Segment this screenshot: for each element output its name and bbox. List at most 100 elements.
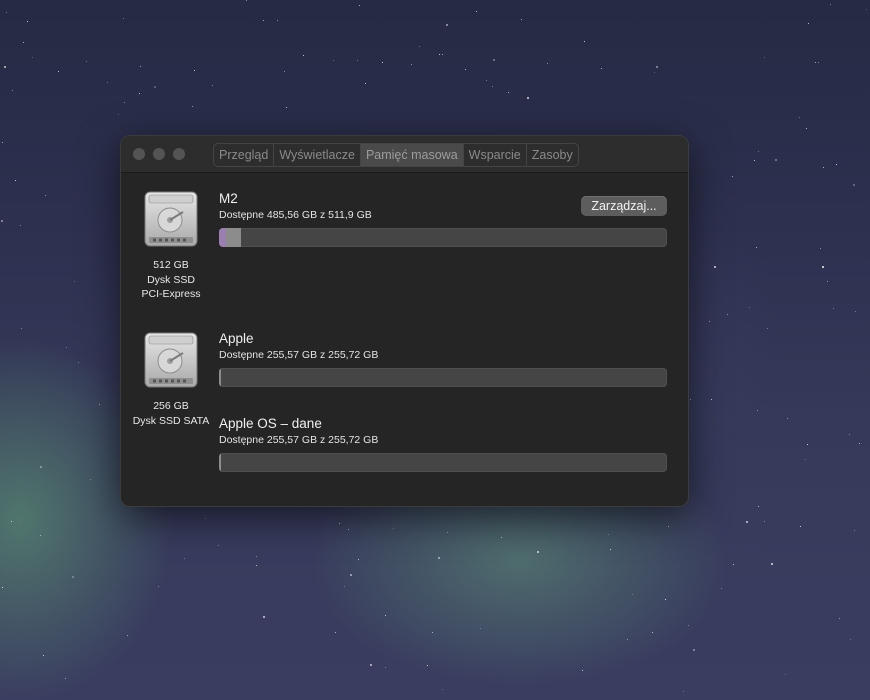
- star-dot: [335, 632, 336, 633]
- star-dot: [668, 526, 669, 527]
- star-dot: [20, 225, 21, 226]
- star-dot: [537, 551, 539, 553]
- star-dot: [350, 574, 352, 576]
- star-dot: [547, 63, 548, 64]
- star-dot: [358, 559, 359, 560]
- star-dot: [27, 21, 28, 22]
- star-dot: [582, 670, 583, 671]
- star-dot: [411, 64, 412, 65]
- star-dot: [749, 307, 750, 308]
- star-dot: [854, 530, 855, 531]
- star-dot: [610, 549, 611, 550]
- star-dot: [192, 106, 193, 107]
- star-dot: [382, 62, 383, 63]
- star-dot: [348, 529, 349, 530]
- star-dot: [721, 588, 722, 589]
- star-dot: [521, 19, 522, 20]
- star-dot: [359, 5, 360, 6]
- tab-displays[interactable]: Wyświetlacze: [274, 144, 361, 166]
- star-dot: [808, 23, 809, 24]
- star-dot: [787, 418, 788, 419]
- star-dot: [688, 625, 689, 626]
- star-dot: [693, 649, 695, 651]
- star-dot: [218, 545, 219, 546]
- star-dot: [654, 72, 655, 73]
- star-dot: [820, 248, 821, 249]
- star-dot: [476, 11, 477, 12]
- star-dot: [365, 83, 366, 84]
- star-dot: [446, 24, 448, 26]
- star-dot: [21, 328, 22, 329]
- star-dot: [839, 618, 840, 619]
- star-dot: [853, 184, 855, 186]
- star-dot: [4, 66, 6, 68]
- volume-name: Apple OS – dane: [219, 416, 322, 431]
- tab-overview[interactable]: Przegląd: [214, 144, 275, 166]
- star-dot: [86, 61, 87, 62]
- star-dot: [800, 526, 801, 527]
- disk-caption: 256 GB Dysk SSD SATA: [121, 399, 221, 428]
- star-dot: [40, 535, 41, 536]
- star-dot: [756, 247, 757, 248]
- star-dot: [45, 195, 46, 196]
- volume-available: Dostępne 255,57 GB z 255,72 GB: [219, 349, 379, 361]
- star-dot: [124, 102, 125, 103]
- star-dot: [118, 114, 119, 115]
- star-dot: [65, 678, 66, 679]
- star-dot: [830, 4, 831, 5]
- tab-resources[interactable]: Zasoby: [527, 144, 578, 166]
- star-dot: [6, 12, 7, 13]
- star-dot: [442, 54, 443, 55]
- usage-segment-system: [226, 228, 241, 247]
- star-dot: [767, 328, 768, 329]
- star-dot: [714, 266, 716, 268]
- tab-storage[interactable]: Pamięć masowa: [360, 144, 464, 166]
- star-dot: [807, 444, 808, 445]
- star-dot: [656, 66, 658, 68]
- star-dot: [764, 57, 765, 58]
- star-dot: [2, 587, 3, 588]
- star-dot: [480, 628, 481, 629]
- star-dot: [584, 41, 585, 42]
- volume-available: Dostępne 255,57 GB z 255,72 GB: [219, 434, 379, 446]
- star-dot: [683, 691, 684, 692]
- star-dot: [833, 308, 834, 309]
- star-dot: [432, 632, 433, 633]
- star-dot: [771, 563, 773, 565]
- star-dot: [627, 639, 628, 640]
- star-dot: [442, 689, 443, 690]
- star-dot: [447, 532, 448, 533]
- star-dot: [866, 9, 867, 10]
- star-dot: [823, 167, 824, 168]
- title-bar: Przegląd Wyświetlacze Pamięć masowa Wspa…: [121, 136, 688, 173]
- hard-drive-icon: [143, 331, 199, 389]
- storage-usage-bar: [219, 453, 667, 472]
- star-dot: [732, 176, 733, 177]
- star-dot: [527, 97, 529, 99]
- manage-button[interactable]: Zarządzaj...: [581, 196, 667, 216]
- star-dot: [733, 564, 734, 565]
- star-dot: [818, 62, 819, 63]
- star-dot: [758, 506, 759, 507]
- tab-bar: Przegląd Wyświetlacze Pamięć masowa Wspa…: [213, 143, 579, 167]
- usage-segment-other: [219, 228, 226, 247]
- star-dot: [140, 66, 141, 67]
- star-dot: [419, 46, 420, 47]
- minimize-window-button[interactable]: [153, 148, 165, 160]
- zoom-window-button[interactable]: [173, 148, 185, 160]
- volume-name: M2: [219, 191, 238, 206]
- star-dot: [66, 347, 67, 348]
- star-dot: [99, 404, 100, 405]
- star-dot: [256, 565, 257, 566]
- close-window-button[interactable]: [133, 148, 145, 160]
- volume-name: Apple: [219, 331, 254, 346]
- star-dot: [139, 93, 140, 94]
- star-dot: [764, 521, 765, 522]
- disk-interface: PCI-Express: [141, 288, 201, 300]
- storage-usage-bar: [219, 368, 667, 387]
- tab-support[interactable]: Wsparcie: [464, 144, 527, 166]
- star-dot: [333, 60, 334, 61]
- star-dot: [711, 399, 712, 400]
- star-dot: [12, 90, 13, 91]
- star-dot: [23, 42, 24, 43]
